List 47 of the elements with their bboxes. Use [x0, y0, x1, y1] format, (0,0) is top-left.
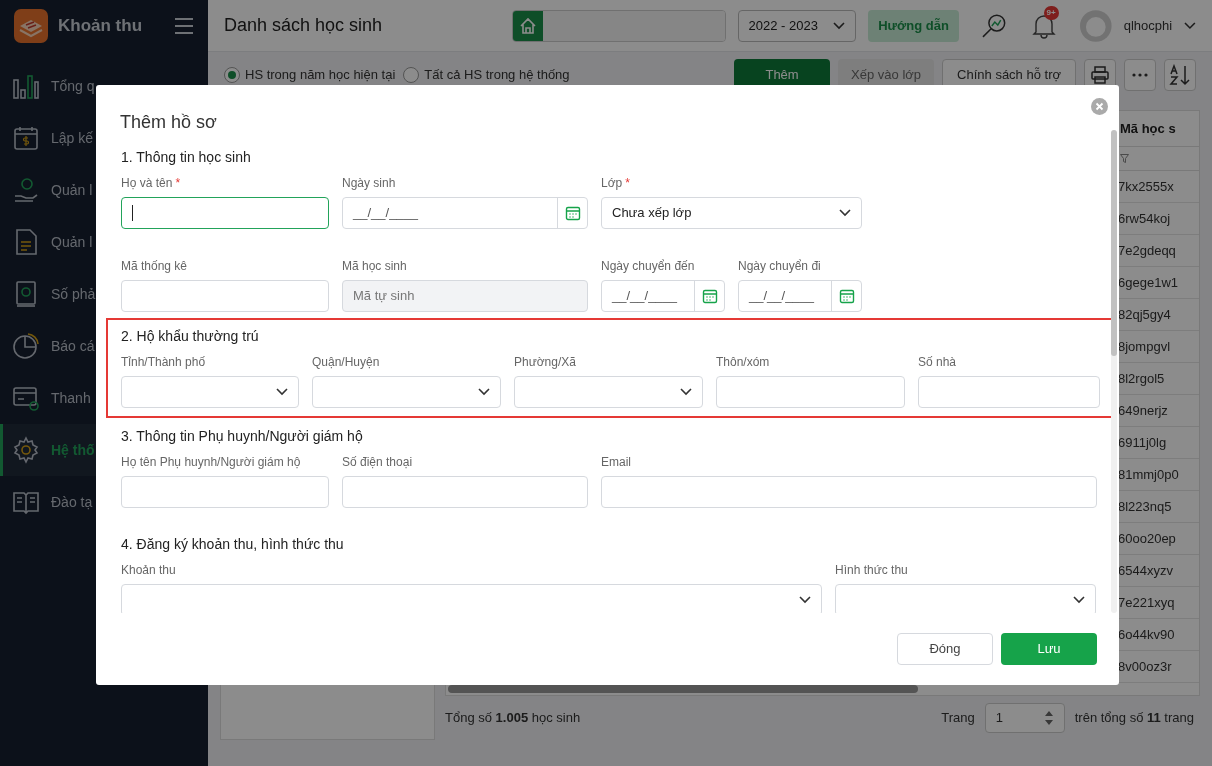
field-label: Lớp: [601, 175, 623, 190]
field-label: Ngày sinh: [342, 175, 396, 190]
table-cell-text: 8l223nq5: [1117, 497, 1173, 516]
column-header: Mã học s: [1119, 119, 1177, 138]
section-title: 1. Thông tin học sinh: [121, 148, 252, 167]
field-label: Thôn/xóm: [716, 354, 770, 369]
table-cell-text: 7e221xyq: [1117, 593, 1176, 612]
table-cell-text: 6gege1w1: [1117, 273, 1179, 292]
table-cell-text: 82qj5gy4: [1117, 305, 1172, 324]
required-mark: *: [625, 175, 630, 190]
table-cell-text: 8jompgvl: [1117, 337, 1172, 356]
field-label: Mã học sinh: [342, 258, 407, 273]
page-label: Trang: [941, 709, 975, 728]
field-label: Họ và tên: [121, 175, 173, 190]
field-label: Số điện thoại: [342, 454, 413, 469]
notification-badge: 9+: [1043, 5, 1059, 20]
dialog-title: Thêm hồ sơ: [120, 111, 217, 134]
field-label: Hình thức thu: [835, 562, 908, 577]
page-title: Danh sách học sinh: [224, 14, 384, 37]
field-label: Phường/Xã: [514, 354, 576, 369]
section-title: 3. Thông tin Phụ huynh/Người giám hộ: [121, 427, 364, 446]
total-count: Tổng số 1.005 học sinh: [445, 709, 581, 728]
field-label: Tỉnh/Thành phố: [121, 354, 206, 369]
section-title: 4. Đăng ký khoản thu, hình thức thu: [121, 535, 345, 554]
field-label: Quận/Huyện: [312, 354, 380, 369]
field-label: Họ tên Phụ huynh/Người giám hộ: [121, 454, 301, 469]
field-label: Ngày chuyển đến: [601, 258, 695, 273]
section-title: 2. Hộ khẩu thường trú: [121, 327, 260, 346]
table-cell-text: 6911j0lg: [1117, 433, 1168, 452]
table-cell-text: 7e2gdeqq: [1117, 241, 1177, 260]
table-cell-text: 8v00oz3r: [1117, 657, 1173, 676]
field-label: Số nhà: [918, 354, 957, 369]
field-label: Email: [601, 454, 631, 469]
page-total: trên tổng số 11 trang: [1074, 709, 1194, 728]
table-cell-text: 8l2rgol5: [1117, 369, 1166, 388]
table-cell-text: 60oo20ep: [1117, 529, 1177, 548]
table-cell-text: 649nerjz: [1117, 401, 1169, 420]
field-label: Khoản thu: [121, 562, 176, 577]
app-name: Khoản thu: [58, 15, 143, 38]
field-label: Mã thống kê: [121, 258, 188, 273]
table-cell-text: 6rw54koj: [1117, 209, 1172, 228]
required-mark: *: [175, 175, 181, 190]
table-cell-text: 7kx2555x: [1117, 177, 1175, 196]
table-cell-text: 81mmj0p0: [1117, 465, 1180, 484]
table-cell-text: 6544xyzv: [1117, 561, 1174, 580]
field-label: Ngày chuyển đi: [738, 258, 821, 273]
table-cell-text: 6o44kv90: [1117, 625, 1176, 644]
